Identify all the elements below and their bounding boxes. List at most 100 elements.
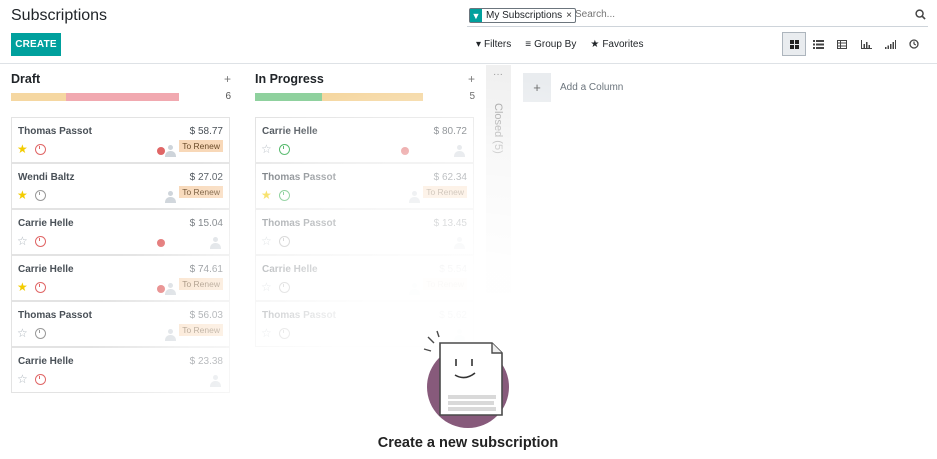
filter-icon: ▼ — [470, 9, 482, 22]
avatar-icon[interactable] — [409, 283, 420, 295]
activity-clock-icon[interactable] — [279, 282, 290, 293]
star-outline-icon[interactable]: ☆ — [261, 142, 272, 156]
avatar-icon[interactable] — [454, 237, 465, 249]
subscription-card[interactable]: Carrie Helle $ 74.61 ★ To Renew — [11, 255, 230, 301]
view-switcher — [782, 32, 926, 56]
avatar-icon[interactable] — [409, 191, 420, 203]
star-outline-icon[interactable]: ☆ — [261, 234, 272, 248]
star-filled-icon[interactable]: ★ — [261, 188, 272, 202]
plus-icon: + — [523, 73, 551, 102]
activity-clock-icon[interactable] — [35, 236, 46, 247]
create-button[interactable]: CREATE — [11, 33, 61, 56]
subscription-card[interactable]: Carrie Helle $ 15.04 ☆ — [11, 209, 230, 255]
customer-name: Thomas Passot — [18, 310, 92, 321]
customer-name: Thomas Passot — [18, 126, 92, 137]
avatar-icon[interactable] — [454, 145, 465, 157]
column-menu-icon[interactable]: ··· — [493, 69, 503, 80]
activity-clock-icon[interactable] — [279, 144, 290, 155]
clock-icon — [909, 39, 919, 49]
star-filled-icon[interactable]: ★ — [17, 188, 28, 202]
star-outline-icon[interactable]: ☆ — [261, 326, 272, 340]
status-dot[interactable] — [157, 147, 165, 155]
star-outline-icon[interactable]: ☆ — [17, 372, 28, 386]
list-view-button[interactable] — [806, 32, 830, 56]
star-outline-icon[interactable]: ☆ — [261, 280, 272, 294]
subscription-card[interactable]: Thomas Passot $ 56.03 ☆ To Renew — [11, 301, 230, 347]
no-content-helper: Create a new subscription — [368, 329, 568, 459]
customer-name: Thomas Passot — [262, 172, 336, 183]
activity-clock-icon[interactable] — [35, 374, 46, 385]
recurring-amount: $ 74.61 — [189, 264, 223, 275]
avatar-icon[interactable] — [165, 191, 176, 203]
table-icon — [837, 39, 847, 49]
recurring-amount: $ 27.02 — [189, 172, 223, 183]
recurring-amount: $ 58.77 — [189, 126, 223, 137]
avatar-icon[interactable] — [165, 329, 176, 341]
recurring-amount: $ 5.54 — [439, 264, 467, 275]
column-quick-create-icon[interactable]: + — [468, 72, 475, 86]
activity-clock-icon[interactable] — [35, 282, 46, 293]
activity-clock-icon[interactable] — [279, 328, 290, 339]
avatar-icon[interactable] — [165, 145, 176, 157]
star-outline-icon[interactable]: ☆ — [17, 326, 28, 340]
column-title: In Progress — [255, 72, 324, 86]
subscription-card[interactable]: Carrie Helle $ 80.72 ☆ — [255, 117, 474, 163]
status-dot[interactable] — [157, 285, 165, 293]
graph-view-button[interactable] — [854, 32, 878, 56]
tag-badge: To Renew — [179, 278, 223, 290]
cohort-view-button[interactable] — [878, 32, 902, 56]
star-icon: ★ — [590, 39, 600, 50]
activity-clock-icon[interactable] — [35, 144, 46, 155]
progress-segment[interactable] — [66, 93, 179, 101]
filters-dropdown[interactable]: ▾ Filters — [476, 39, 511, 50]
kanban-board: Draft +6 Thomas Passot $ 58.77 ★ To Renew Wend… — [0, 65, 937, 459]
folded-column-label: Closed (5) — [492, 103, 504, 154]
customer-name: Thomas Passot — [262, 310, 336, 321]
column-progress-bar[interactable] — [11, 93, 179, 101]
subscription-card[interactable]: Thomas Passot $ 58.77 ★ To Renew — [11, 117, 230, 163]
avatar-icon[interactable] — [165, 283, 176, 295]
activity-view-button[interactable] — [902, 32, 926, 56]
recurring-amount: $ 15.04 — [189, 218, 223, 229]
folded-column-closed[interactable]: ··· Closed (5) — [486, 65, 511, 293]
favorites-dropdown[interactable]: ★ Favorites — [590, 39, 643, 50]
add-column-button[interactable]: + Add a Column — [523, 73, 623, 102]
search-bar[interactable]: ▼ My Subscriptions × — [467, 7, 928, 27]
star-outline-icon[interactable]: ☆ — [17, 234, 28, 248]
recurring-amount: $ 23.38 — [189, 356, 223, 367]
subscription-card[interactable]: Carrie Helle $ 23.38 ☆ — [11, 347, 230, 393]
filter-icon: ▾ — [476, 39, 482, 50]
subscription-card[interactable]: Carrie Helle $ 5.54 ☆ To Renew — [255, 255, 474, 301]
customer-name: Carrie Helle — [262, 264, 318, 275]
star-filled-icon[interactable]: ★ — [17, 280, 28, 294]
control-panel: Subscriptions CREATE ▼ My Subscriptions … — [0, 0, 937, 64]
search-input[interactable] — [575, 9, 895, 20]
customer-name: Carrie Helle — [262, 126, 318, 137]
subscription-card[interactable]: Thomas Passot $ 13.45 ☆ — [255, 209, 474, 255]
progress-segment[interactable] — [322, 93, 423, 101]
status-dot[interactable] — [157, 239, 165, 247]
group-by-dropdown[interactable]: ≡ Group By — [525, 39, 576, 50]
activity-clock-icon[interactable] — [35, 190, 46, 201]
activity-clock-icon[interactable] — [35, 328, 46, 339]
progress-segment[interactable] — [255, 93, 323, 101]
facet-close-icon[interactable]: × — [566, 10, 575, 21]
activity-clock-icon[interactable] — [279, 236, 290, 247]
search-icon[interactable] — [915, 9, 926, 23]
subscription-card[interactable]: Wendi Baltz $ 27.02 ★ To Renew — [11, 163, 230, 209]
column-count: 5 — [469, 91, 475, 102]
avatar-icon[interactable] — [210, 237, 221, 249]
star-filled-icon[interactable]: ★ — [17, 142, 28, 156]
kanban-view-button[interactable] — [782, 32, 806, 56]
activity-clock-icon[interactable] — [279, 190, 290, 201]
progress-segment[interactable] — [11, 93, 67, 101]
column-progress-bar[interactable] — [255, 93, 423, 101]
pivot-view-button[interactable] — [830, 32, 854, 56]
status-dot[interactable] — [401, 147, 409, 155]
signal-icon — [884, 39, 896, 49]
column-quick-create-icon[interactable]: + — [224, 72, 231, 86]
bar-chart-icon — [860, 39, 872, 49]
subscription-card[interactable]: Thomas Passot $ 62.34 ★ To Renew — [255, 163, 474, 209]
avatar-icon[interactable] — [210, 375, 221, 387]
filters-label: Filters — [484, 39, 512, 50]
